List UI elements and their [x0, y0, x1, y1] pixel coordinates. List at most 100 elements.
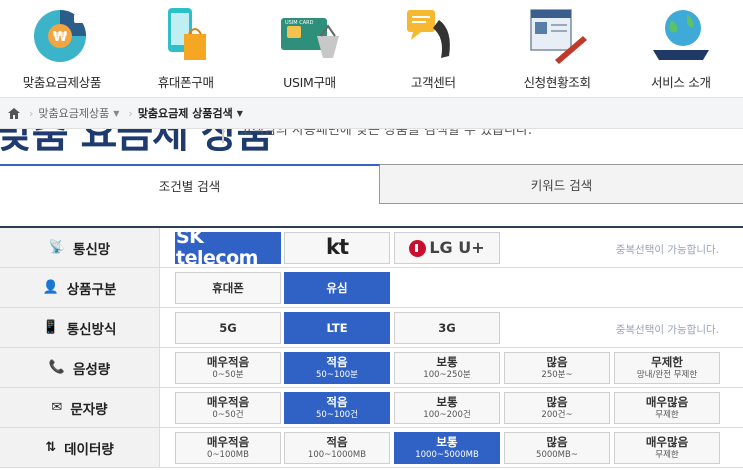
filter-row-sms: ✉ 문자량 매우적음 0~50건 적음 50~100건 보통 100~200건 …	[0, 388, 743, 428]
option-usim[interactable]: 유심	[284, 272, 390, 304]
option-sms-normal[interactable]: 보통 100~200건	[394, 392, 500, 424]
option-range: 망내/완전 무제한	[636, 369, 698, 380]
tab-keyword-search[interactable]: 키워드 검색	[380, 164, 743, 204]
option-lte[interactable]: LTE	[284, 312, 390, 344]
multi-select-note: 중복선택이 가능합니다.	[615, 324, 719, 336]
svg-text:₩: ₩	[53, 30, 68, 45]
filter-row-carrier: 📡 통신망 SK telecom kt LG U+ 중복선택이 가능합니다.	[0, 227, 743, 268]
option-sms-high[interactable]: 많음 200건~	[504, 392, 610, 424]
row-header: 📡 통신망	[0, 228, 160, 267]
row-label: 통신망	[72, 241, 111, 258]
globe-tablet-icon	[652, 10, 709, 60]
nav-item-application-status[interactable]: 신청현황조회	[495, 0, 619, 97]
option-kt[interactable]: kt	[284, 232, 390, 264]
option-voice-unlimited[interactable]: 무제한 망내/완전 무제한	[614, 352, 720, 384]
option-range: 100~200건	[423, 409, 471, 420]
breadcrumb-label: 맞춤요금제 상품검색	[137, 107, 233, 120]
option-data-very-low[interactable]: 매우적음 0~100MB	[175, 432, 281, 464]
home-icon[interactable]	[8, 107, 20, 119]
multi-select-note: 중복선택이 가능합니다.	[615, 244, 719, 256]
phone-bag-icon	[167, 8, 206, 60]
option-voice-high[interactable]: 많음 250분~	[504, 352, 610, 384]
option-voice-normal[interactable]: 보통 100~250분	[394, 352, 500, 384]
option-voice-very-low[interactable]: 매우적음 0~50분	[175, 352, 281, 384]
option-range: 무제한	[655, 409, 679, 420]
option-data-very-high[interactable]: 매우많음 무제한	[614, 432, 720, 464]
breadcrumb: › 맞춤요금제상품 ▼ › 맞춤요금제 상품검색 ▼	[0, 97, 743, 129]
nav-label: 서비스 소개	[651, 75, 711, 90]
tab-label: 조건별 검색	[158, 178, 221, 194]
row-label: 음성량	[72, 361, 111, 378]
option-label: 휴대폰	[212, 280, 244, 295]
person-icon: 👤	[42, 280, 59, 295]
nav-item-usim-purchase[interactable]: USIM CARD USIM구매	[248, 0, 372, 97]
smartphone-icon: 📱	[42, 320, 59, 335]
lg-logo-icon	[409, 239, 427, 257]
option-phone[interactable]: 휴대폰	[175, 272, 281, 304]
filter-row-network-type: 📱 통신방식 5G LTE 3G 중복선택이 가능합니다.	[0, 308, 743, 348]
row-header: 👤 상품구분	[0, 268, 160, 307]
option-label: 매우많음	[645, 395, 689, 409]
option-sms-very-low[interactable]: 매우적음 0~50건	[175, 392, 281, 424]
nav-item-custom-plans[interactable]: ₩ 맞춤요금제상품	[0, 0, 124, 97]
nav-item-phone-purchase[interactable]: 휴대폰구매	[124, 0, 248, 97]
breadcrumb-item-custom-plans[interactable]: 맞춤요금제상품 ▼	[38, 105, 119, 121]
row-header: 📱 통신방식	[0, 308, 160, 347]
kt-logo: kt	[325, 235, 349, 260]
row-label: 상품구분	[66, 281, 117, 298]
option-label: 많음	[546, 355, 568, 369]
row-label: 통신방식	[66, 321, 117, 338]
breadcrumb-separator: ›	[29, 106, 34, 120]
row-header: 📞 음성량	[0, 348, 160, 387]
option-range: 250분~	[541, 369, 573, 380]
nav-item-service-intro[interactable]: 서비스 소개	[619, 0, 743, 97]
breadcrumb-item-plan-search[interactable]: 맞춤요금제 상품검색 ▼	[138, 105, 243, 121]
option-label: 5G	[219, 320, 237, 335]
option-sms-very-high[interactable]: 매우많음 무제한	[614, 392, 720, 424]
nav-label: 신청현황조회	[523, 75, 591, 90]
option-data-normal[interactable]: 보통 1000~5000MB	[394, 432, 500, 464]
option-range: 1000~5000MB	[415, 449, 479, 460]
option-label: 매우많음	[645, 435, 689, 449]
usim-card-icon: USIM CARD	[281, 18, 340, 58]
breadcrumb-separator: ›	[128, 106, 133, 120]
option-range: 50~100분	[316, 369, 358, 380]
option-range: 200건~	[541, 409, 573, 420]
antenna-icon: 📡	[48, 240, 65, 255]
nav-item-customer-center[interactable]: 고객센터	[371, 0, 495, 97]
document-pen-icon	[530, 9, 588, 64]
option-data-high[interactable]: 많음 5000MB~	[504, 432, 610, 464]
row-header: ✉ 문자량	[0, 388, 160, 427]
option-label: 적음	[326, 355, 348, 369]
option-group: 휴대폰 유심	[160, 268, 743, 307]
option-sms-low[interactable]: 적음 50~100건	[284, 392, 390, 424]
option-range: 0~50분	[212, 369, 244, 380]
option-voice-low[interactable]: 적음 50~100분	[284, 352, 390, 384]
updown-arrows-icon: ⇅	[45, 440, 57, 455]
phone-handset-icon: 📞	[48, 360, 65, 375]
option-data-low[interactable]: 적음 100~1000MB	[284, 432, 390, 464]
tab-conditional-search[interactable]: 조건별 검색	[0, 164, 380, 204]
option-label: 보통	[436, 355, 458, 369]
filter-row-data: ⇅ 데이터량 매우적음 0~100MB 적음 100~1000MB 보통 100…	[0, 428, 743, 468]
call-center-icon	[407, 10, 451, 58]
nav-label: USIM구매	[283, 75, 336, 90]
option-5g[interactable]: 5G	[175, 312, 281, 344]
option-group: 5G LTE 3G 중복선택이 가능합니다.	[160, 308, 743, 347]
option-label: 적음	[326, 395, 348, 409]
row-label: 데이터량	[64, 441, 114, 458]
chevron-down-icon: ▼	[236, 108, 243, 118]
option-lg-uplus[interactable]: LG U+	[394, 232, 500, 264]
option-group: 매우적음 0~50건 적음 50~100건 보통 100~200건 많음 200…	[160, 388, 743, 427]
option-label: 3G	[438, 320, 456, 335]
option-range: 0~100MB	[207, 449, 249, 460]
coin-phone-icon: ₩	[33, 10, 86, 62]
search-tabs: 조건별 검색 키워드 검색	[0, 164, 743, 204]
option-sk-telecom[interactable]: SK telecom	[175, 227, 281, 268]
option-range: 100~1000MB	[307, 449, 367, 460]
row-header: ⇅ 데이터량	[0, 428, 160, 467]
option-3g[interactable]: 3G	[394, 312, 500, 344]
chevron-down-icon: ▼	[113, 108, 120, 118]
option-range: 100~250분	[423, 369, 471, 380]
option-range: 5000MB~	[536, 449, 578, 460]
